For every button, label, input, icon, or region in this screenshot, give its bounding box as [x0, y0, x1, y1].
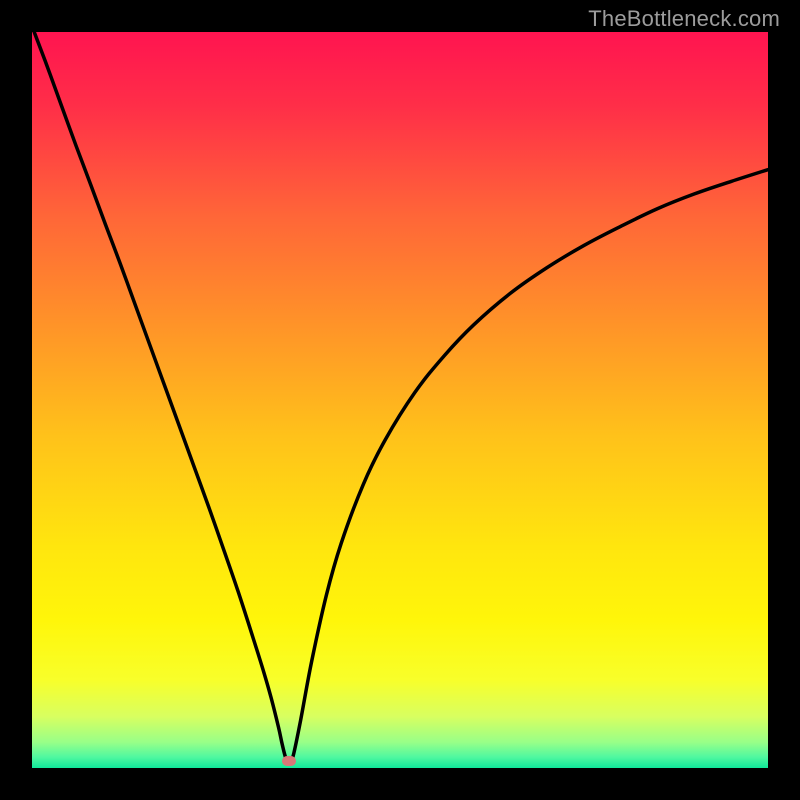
sweet-spot-marker	[282, 756, 296, 766]
plot-area	[32, 32, 768, 768]
chart-frame: TheBottleneck.com	[0, 0, 800, 800]
watermark-text: TheBottleneck.com	[588, 6, 780, 32]
bottleneck-curve	[34, 32, 768, 764]
curve-layer	[32, 32, 768, 768]
